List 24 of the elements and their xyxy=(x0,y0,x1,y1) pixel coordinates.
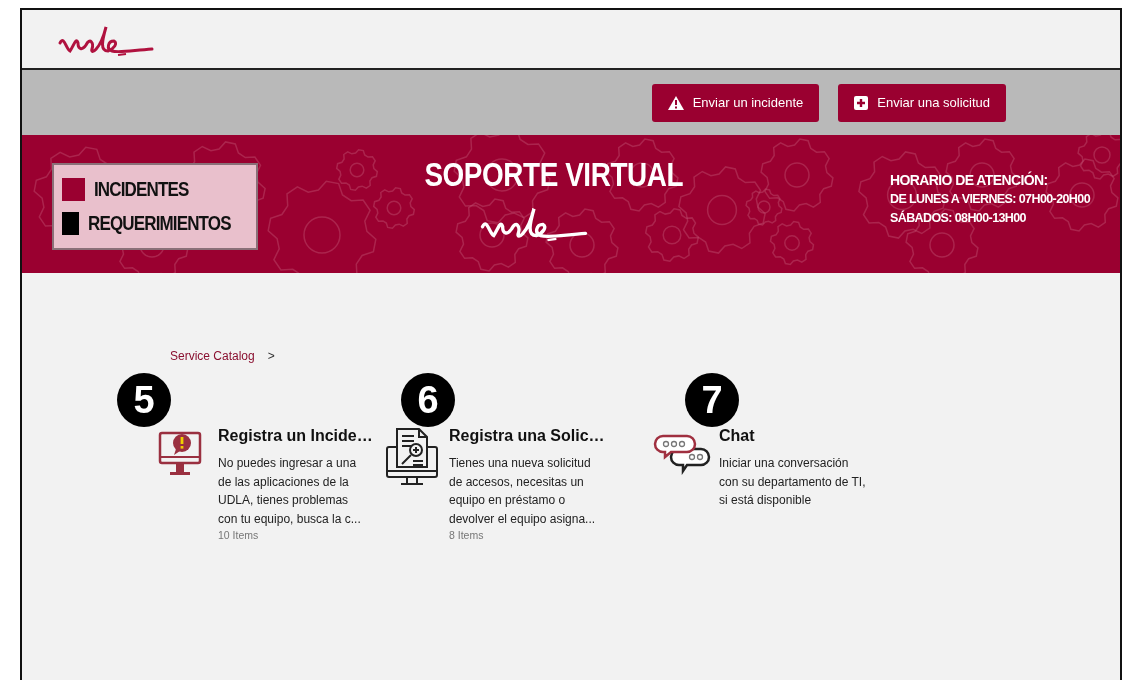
legend-label: INCIDENTES xyxy=(94,178,189,201)
card-description: Tienes una nueva solicitud de accesos, necesitas un equipo en préstamo o devolver el equipo asigna... xyxy=(449,455,597,529)
item-count: 8 Items xyxy=(449,528,485,541)
legend-label: REQUERIMIENTOS xyxy=(88,212,231,235)
chat-icon xyxy=(653,433,711,475)
add-icon xyxy=(854,95,869,110)
banner-title: SOPORTE VIRTUAL xyxy=(424,155,684,194)
schedule-text: HORARIO DE ATENCIÓN: xyxy=(890,172,1049,188)
request-button[interactable]: Enviar una solicitud xyxy=(838,83,1006,122)
card-title[interactable]: Registra una Solic… xyxy=(449,427,605,445)
schedule-text: SÁBADOS: 08H00-13H00 xyxy=(890,210,1027,226)
schedule-text: DE LUNES A VIERNES: 07H00-20H00 xyxy=(890,191,1090,207)
card-title[interactable]: Registra un Incide… xyxy=(218,427,373,445)
breadcrumb-separator: > xyxy=(267,349,275,363)
warning-icon xyxy=(667,95,684,110)
card-title[interactable]: Chat xyxy=(719,427,871,445)
step-number: 5 xyxy=(117,373,171,427)
card-description: Iniciar una conversación con su departamento de TI, si está disponible xyxy=(719,455,867,510)
incident-button[interactable]: Enviar un incidente xyxy=(651,83,820,122)
breadcrumb-link[interactable]: Service Catalog xyxy=(170,349,255,363)
step-number: 7 xyxy=(685,373,739,427)
item-count: 10 Items xyxy=(218,528,260,541)
step-number: 6 xyxy=(401,373,455,427)
card-description: No puedes ingresar a una de las aplicaciones de la UDLA, tienes problemas con tu equipo, busca la c... xyxy=(218,455,362,529)
